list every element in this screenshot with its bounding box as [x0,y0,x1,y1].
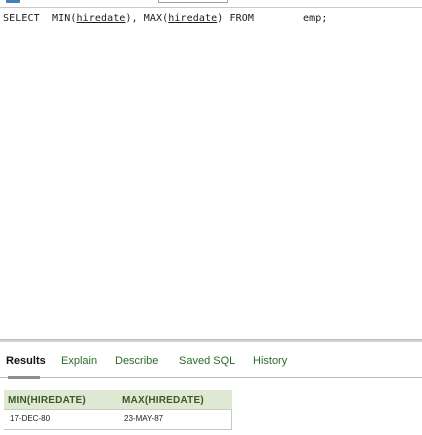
column-header-min-hiredate[interactable]: MIN(HIREDATE) [4,390,118,410]
results-tabs: Results Explain Describe Saved SQL Histo… [0,352,422,374]
table-row: 17-DEC-80 23-MAY-87 [4,410,232,427]
cell-min-hiredate: 17-DEC-80 [10,413,51,423]
tab-results[interactable]: Results [6,355,46,367]
column-header-max-hiredate[interactable]: MAX(HIREDATE) [118,390,232,410]
sql-statement-line: SELECT MIN(hiredate), MAX(hiredate) FROM… [3,13,327,24]
sql-column-2: hiredate [168,13,218,24]
tab-explain[interactable]: Explain [61,355,97,367]
tab-describe[interactable]: Describe [115,355,158,367]
pane-splitter[interactable] [0,339,422,342]
sql-separator-2: ) FROM [217,13,254,24]
active-tab-indicator [8,376,40,379]
results-grid: MIN(HIREDATE) MAX(HIREDATE) 17-DEC-80 23… [4,390,232,426]
tab-saved-sql[interactable]: Saved SQL [179,355,235,367]
tabs-divider [0,377,422,378]
sql-editor[interactable]: SELECT MIN(hiredate), MAX(hiredate) FROM… [0,8,422,339]
sql-table-name: emp; [302,13,328,24]
sql-fn-min: MIN( [51,13,77,24]
tab-history[interactable]: History [253,355,287,367]
toolbar-icon[interactable] [6,0,20,3]
cell-max-hiredate: 23-MAY-87 [124,413,164,423]
sql-separator-1: ), MAX( [125,13,169,24]
sql-keyword-select: SELECT [3,13,40,24]
sql-column-1: hiredate [76,13,126,24]
sql-workshop-screen: SELECT MIN(hiredate), MAX(hiredate) FROM… [0,0,422,435]
toolbar-strip [0,0,422,7]
grid-header-row: MIN(HIREDATE) MAX(HIREDATE) [4,390,232,410]
toolbar-field[interactable] [158,0,228,3]
